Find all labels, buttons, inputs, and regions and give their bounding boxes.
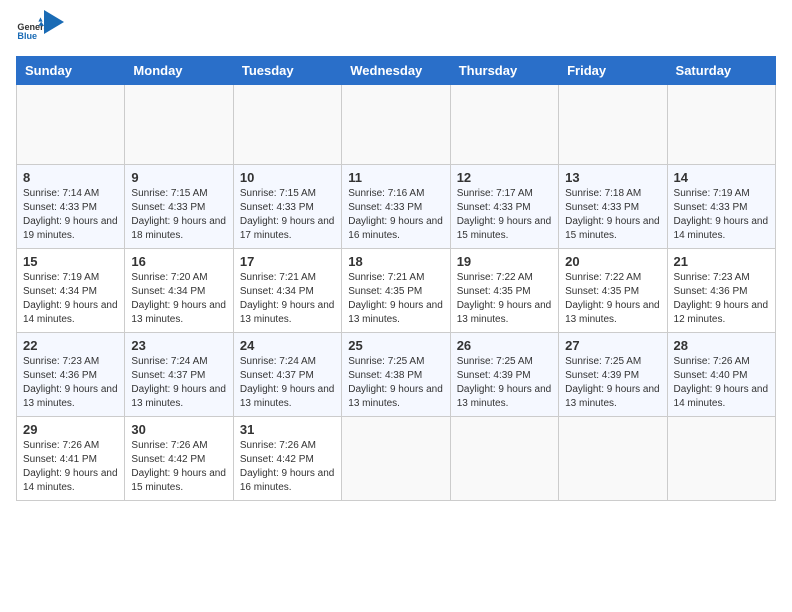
day-info: Sunrise: 7:21 AMSunset: 4:35 PMDaylight:… (348, 271, 443, 327)
calendar-cell: 26 Sunrise: 7:25 AMSunset: 4:39 PMDayligh… (450, 333, 558, 417)
calendar-cell: 21 Sunrise: 7:23 AMSunset: 4:36 PMDayligh… (667, 249, 775, 333)
calendar-cell: 28 Sunrise: 7:26 AMSunset: 4:40 PMDayligh… (667, 333, 775, 417)
day-info: Sunrise: 7:19 AMSunset: 4:34 PMDaylight:… (23, 271, 118, 327)
calendar-cell (233, 85, 341, 165)
day-info: Sunrise: 7:14 AMSunset: 4:33 PMDaylight:… (23, 187, 118, 243)
day-info: Sunrise: 7:26 AMSunset: 4:40 PMDaylight:… (674, 355, 769, 411)
calendar-cell (450, 85, 558, 165)
calendar-cell: 17 Sunrise: 7:21 AMSunset: 4:34 PMDayligh… (233, 249, 341, 333)
day-info: Sunrise: 7:26 AMSunset: 4:42 PMDaylight:… (240, 439, 335, 495)
calendar-cell: 14 Sunrise: 7:19 AMSunset: 4:33 PMDayligh… (667, 165, 775, 249)
day-info: Sunrise: 7:22 AMSunset: 4:35 PMDaylight:… (565, 271, 660, 327)
day-info: Sunrise: 7:18 AMSunset: 4:33 PMDaylight:… (565, 187, 660, 243)
day-number: 23 (131, 338, 226, 353)
calendar-cell: 19 Sunrise: 7:22 AMSunset: 4:35 PMDayligh… (450, 249, 558, 333)
day-info: Sunrise: 7:24 AMSunset: 4:37 PMDaylight:… (131, 355, 226, 411)
day-info: Sunrise: 7:19 AMSunset: 4:33 PMDaylight:… (674, 187, 769, 243)
day-number: 31 (240, 422, 335, 437)
day-info: Sunrise: 7:25 AMSunset: 4:39 PMDaylight:… (565, 355, 660, 411)
day-info: Sunrise: 7:25 AMSunset: 4:39 PMDaylight:… (457, 355, 552, 411)
calendar-cell (559, 85, 667, 165)
day-header-friday: Friday (559, 57, 667, 85)
calendar-week-3: 15 Sunrise: 7:19 AMSunset: 4:34 PMDayligh… (17, 249, 776, 333)
day-number: 24 (240, 338, 335, 353)
logo: General Blue (16, 16, 64, 44)
day-number: 27 (565, 338, 660, 353)
day-number: 20 (565, 254, 660, 269)
day-info: Sunrise: 7:23 AMSunset: 4:36 PMDaylight:… (674, 271, 769, 327)
day-number: 30 (131, 422, 226, 437)
calendar-cell: 15 Sunrise: 7:19 AMSunset: 4:34 PMDayligh… (17, 249, 125, 333)
calendar-cell: 25 Sunrise: 7:25 AMSunset: 4:38 PMDayligh… (342, 333, 450, 417)
calendar-cell: 11 Sunrise: 7:16 AMSunset: 4:33 PMDayligh… (342, 165, 450, 249)
calendar-cell (125, 85, 233, 165)
day-header-tuesday: Tuesday (233, 57, 341, 85)
day-info: Sunrise: 7:22 AMSunset: 4:35 PMDaylight:… (457, 271, 552, 327)
day-number: 15 (23, 254, 118, 269)
svg-text:Blue: Blue (17, 31, 37, 41)
calendar-cell (559, 417, 667, 501)
day-number: 18 (348, 254, 443, 269)
calendar-cell (450, 417, 558, 501)
calendar-table: SundayMondayTuesdayWednesdayThursdayFrid… (16, 56, 776, 501)
calendar-cell (342, 417, 450, 501)
day-info: Sunrise: 7:26 AMSunset: 4:41 PMDaylight:… (23, 439, 118, 495)
day-header-thursday: Thursday (450, 57, 558, 85)
calendar-cell: 13 Sunrise: 7:18 AMSunset: 4:33 PMDayligh… (559, 165, 667, 249)
day-number: 28 (674, 338, 769, 353)
calendar-cell: 27 Sunrise: 7:25 AMSunset: 4:39 PMDayligh… (559, 333, 667, 417)
calendar-cell: 23 Sunrise: 7:24 AMSunset: 4:37 PMDayligh… (125, 333, 233, 417)
day-number: 13 (565, 170, 660, 185)
day-info: Sunrise: 7:15 AMSunset: 4:33 PMDaylight:… (240, 187, 335, 243)
day-number: 16 (131, 254, 226, 269)
calendar-cell: 12 Sunrise: 7:17 AMSunset: 4:33 PMDayligh… (450, 165, 558, 249)
day-number: 21 (674, 254, 769, 269)
day-number: 12 (457, 170, 552, 185)
calendar-cell (342, 85, 450, 165)
header: General Blue (16, 16, 776, 44)
day-info: Sunrise: 7:23 AMSunset: 4:36 PMDaylight:… (23, 355, 118, 411)
day-header-saturday: Saturday (667, 57, 775, 85)
day-number: 19 (457, 254, 552, 269)
day-info: Sunrise: 7:26 AMSunset: 4:42 PMDaylight:… (131, 439, 226, 495)
calendar-cell: 24 Sunrise: 7:24 AMSunset: 4:37 PMDayligh… (233, 333, 341, 417)
day-info: Sunrise: 7:17 AMSunset: 4:33 PMDaylight:… (457, 187, 552, 243)
day-number: 26 (457, 338, 552, 353)
day-number: 25 (348, 338, 443, 353)
calendar-cell: 31 Sunrise: 7:26 AMSunset: 4:42 PMDayligh… (233, 417, 341, 501)
calendar-week-4: 22 Sunrise: 7:23 AMSunset: 4:36 PMDayligh… (17, 333, 776, 417)
calendar-week-1 (17, 85, 776, 165)
calendar-cell: 8 Sunrise: 7:14 AMSunset: 4:33 PMDaylight… (17, 165, 125, 249)
calendar-cell (17, 85, 125, 165)
day-info: Sunrise: 7:20 AMSunset: 4:34 PMDaylight:… (131, 271, 226, 327)
day-info: Sunrise: 7:15 AMSunset: 4:33 PMDaylight:… (131, 187, 226, 243)
day-number: 8 (23, 170, 118, 185)
day-header-wednesday: Wednesday (342, 57, 450, 85)
calendar-cell (667, 417, 775, 501)
day-number: 29 (23, 422, 118, 437)
day-number: 22 (23, 338, 118, 353)
calendar-cell: 29 Sunrise: 7:26 AMSunset: 4:41 PMDayligh… (17, 417, 125, 501)
calendar-cell: 16 Sunrise: 7:20 AMSunset: 4:34 PMDayligh… (125, 249, 233, 333)
day-number: 11 (348, 170, 443, 185)
day-header-monday: Monday (125, 57, 233, 85)
day-number: 9 (131, 170, 226, 185)
calendar-cell: 30 Sunrise: 7:26 AMSunset: 4:42 PMDayligh… (125, 417, 233, 501)
day-info: Sunrise: 7:16 AMSunset: 4:33 PMDaylight:… (348, 187, 443, 243)
calendar-cell: 9 Sunrise: 7:15 AMSunset: 4:33 PMDaylight… (125, 165, 233, 249)
calendar-cell: 22 Sunrise: 7:23 AMSunset: 4:36 PMDayligh… (17, 333, 125, 417)
day-number: 14 (674, 170, 769, 185)
day-info: Sunrise: 7:21 AMSunset: 4:34 PMDaylight:… (240, 271, 335, 327)
day-number: 10 (240, 170, 335, 185)
calendar-week-2: 8 Sunrise: 7:14 AMSunset: 4:33 PMDaylight… (17, 165, 776, 249)
calendar-cell: 18 Sunrise: 7:21 AMSunset: 4:35 PMDayligh… (342, 249, 450, 333)
day-info: Sunrise: 7:25 AMSunset: 4:38 PMDaylight:… (348, 355, 443, 411)
day-header-sunday: Sunday (17, 57, 125, 85)
day-number: 17 (240, 254, 335, 269)
calendar-week-5: 29 Sunrise: 7:26 AMSunset: 4:41 PMDayligh… (17, 417, 776, 501)
calendar-cell: 10 Sunrise: 7:15 AMSunset: 4:33 PMDayligh… (233, 165, 341, 249)
calendar-cell: 20 Sunrise: 7:22 AMSunset: 4:35 PMDayligh… (559, 249, 667, 333)
calendar-cell (667, 85, 775, 165)
day-info: Sunrise: 7:24 AMSunset: 4:37 PMDaylight:… (240, 355, 335, 411)
